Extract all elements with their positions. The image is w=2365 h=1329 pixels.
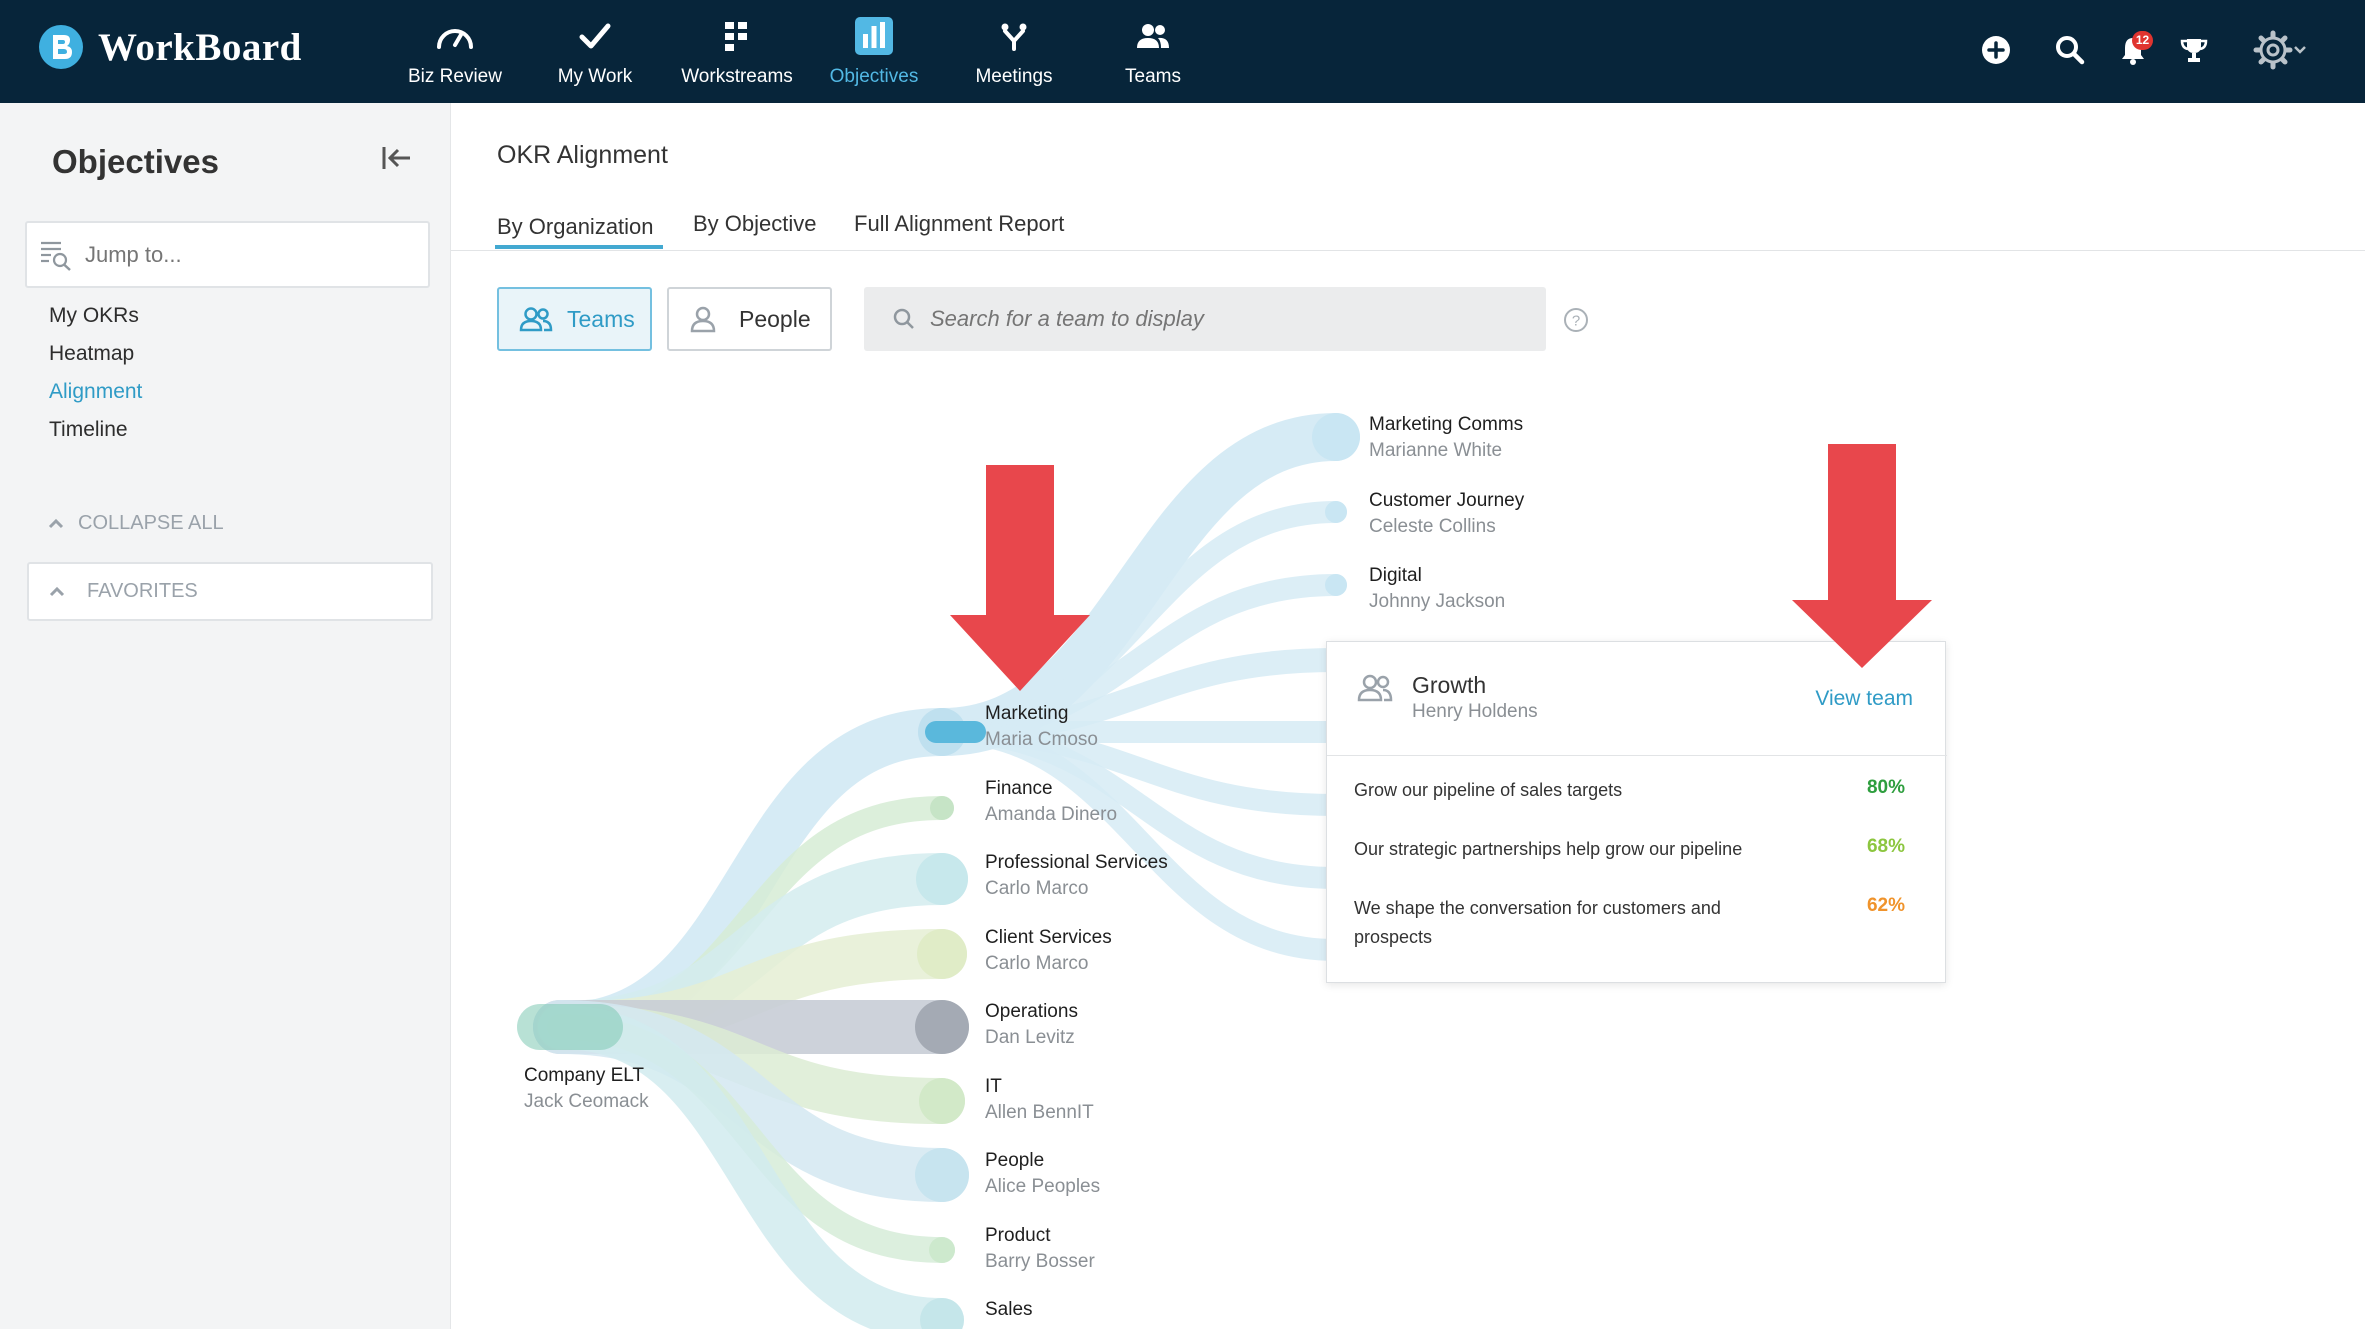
node-owner: Allen BennIT [985, 1102, 1094, 1123]
popover-team-owner: Henry Holdens [1412, 701, 1538, 722]
node-product[interactable]: Product Barry Bosser [985, 1223, 1095, 1275]
node-professional-services[interactable]: Professional Services Carlo Marco [985, 850, 1168, 902]
node-name: Company ELT [524, 1065, 645, 1086]
objective-item[interactable]: We shape the conversation for customers … [1354, 894, 1784, 952]
node-sales[interactable]: Sales [985, 1297, 1033, 1323]
node-name: Sales [985, 1299, 1033, 1320]
annotation-arrow-down [1792, 444, 1932, 668]
node-client-services[interactable]: Client Services Carlo Marco [985, 925, 1112, 977]
objective-progress: 80% [1866, 777, 1905, 798]
popover-team-name: Growth [1412, 672, 1487, 698]
node-company-elt[interactable]: Company ELT Jack Ceomack [524, 1063, 649, 1115]
node-digital[interactable]: Digital Johnny Jackson [1369, 563, 1505, 615]
node-people[interactable]: People Alice Peoples [985, 1148, 1100, 1200]
node-owner: Jack Ceomack [524, 1091, 649, 1112]
node-owner: Maria Cmoso [985, 729, 1098, 750]
node-owner: Dan Levitz [985, 1027, 1075, 1048]
objective-progress: 62% [1866, 895, 1905, 916]
node-owner: Carlo Marco [985, 953, 1089, 974]
node-marketing[interactable]: Marketing Maria Cmoso [985, 701, 1098, 753]
node-name: Customer Journey [1369, 490, 1525, 511]
annotation-arrow-down [950, 465, 1090, 691]
node-marketing-comms[interactable]: Marketing Comms Marianne White [1369, 412, 1523, 464]
node-customer-journey[interactable]: Customer Journey Celeste Collins [1369, 488, 1524, 540]
node-owner: Celeste Collins [1369, 516, 1496, 537]
node-owner: Barry Bosser [985, 1251, 1095, 1272]
node-name: Product [985, 1225, 1051, 1246]
node-owner: Alice Peoples [985, 1176, 1101, 1197]
objective-progress: 68% [1866, 836, 1905, 857]
node-name: Marketing Comms [1369, 414, 1524, 435]
node-finance[interactable]: Finance Amanda Dinero [985, 776, 1117, 828]
node-name: Professional Services [985, 852, 1168, 873]
node-owner: Carlo Marco [985, 878, 1089, 899]
view-team-link[interactable]: View team [1815, 687, 1913, 711]
objective-item[interactable]: Grow our pipeline of sales targets [1354, 776, 1784, 805]
team-popover: Growth Henry Holdens View team Grow our … [1326, 641, 1947, 983]
node-owner: Johnny Jackson [1369, 591, 1506, 612]
node-name: IT [985, 1076, 1002, 1097]
node-name: Client Services [985, 927, 1112, 948]
node-name: Finance [985, 778, 1053, 799]
alignment-graph [517, 413, 1360, 1329]
team-icon [1357, 674, 1393, 702]
node-name: People [985, 1150, 1045, 1171]
node-name: Digital [1369, 565, 1422, 586]
node-name: Operations [985, 1001, 1078, 1022]
node-owner: Marianne White [1369, 440, 1503, 461]
node-owner: Amanda Dinero [985, 804, 1118, 825]
node-operations[interactable]: Operations Dan Levitz [985, 999, 1078, 1051]
node-it[interactable]: IT Allen BennIT [985, 1074, 1094, 1126]
node-name: Marketing [985, 703, 1069, 724]
objective-item[interactable]: Our strategic partnerships help grow our… [1354, 835, 1784, 864]
